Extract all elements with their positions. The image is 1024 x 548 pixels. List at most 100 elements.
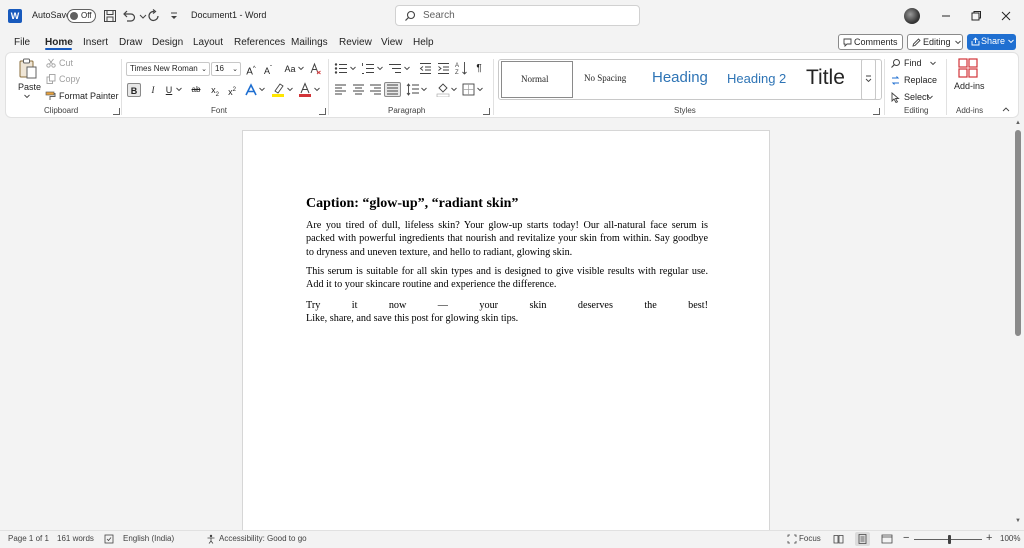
sort-icon[interactable]: A Z bbox=[455, 61, 468, 76]
font-launcher-icon[interactable] bbox=[319, 108, 326, 115]
word-count[interactable]: 161 words bbox=[57, 534, 94, 543]
tab-references[interactable]: References bbox=[234, 37, 285, 48]
multilevel-list-icon[interactable] bbox=[388, 62, 402, 75]
bullets-icon[interactable] bbox=[334, 62, 348, 75]
font-color-icon[interactable] bbox=[298, 82, 312, 97]
tab-layout[interactable]: Layout bbox=[193, 37, 223, 48]
save-icon[interactable] bbox=[102, 8, 118, 24]
document-paragraph-3[interactable]: Try it now — your skin deserves the best… bbox=[306, 299, 708, 312]
superscript-button[interactable]: x2 bbox=[225, 83, 239, 97]
decrease-indent-icon[interactable] bbox=[419, 62, 432, 75]
bold-button[interactable]: B bbox=[127, 83, 141, 97]
chevron-down-icon[interactable] bbox=[377, 66, 383, 71]
style-heading-2[interactable]: Heading 2 bbox=[721, 61, 799, 98]
borders-icon[interactable] bbox=[462, 83, 475, 96]
tab-view[interactable]: View bbox=[381, 37, 403, 48]
vertical-scrollbar[interactable]: ▲ ▼ bbox=[1012, 118, 1024, 530]
align-left-icon[interactable] bbox=[334, 84, 347, 95]
document-canvas[interactable]: Caption: “glow-up”, “radiant skin” Are y… bbox=[0, 118, 1012, 530]
change-case-button[interactable]: Aa bbox=[280, 62, 300, 76]
select-button[interactable]: Select bbox=[904, 92, 929, 102]
collapse-ribbon-icon[interactable] bbox=[1002, 106, 1010, 112]
style-no-spacing[interactable]: No Spacing bbox=[577, 61, 645, 98]
styles-more-button[interactable] bbox=[861, 59, 876, 100]
styles-launcher-icon[interactable] bbox=[873, 108, 880, 115]
show-marks-button[interactable]: ¶ bbox=[472, 62, 486, 76]
redo-icon[interactable] bbox=[146, 8, 162, 24]
customize-qat-icon[interactable] bbox=[166, 8, 182, 24]
scroll-up-icon[interactable]: ▲ bbox=[1015, 120, 1021, 126]
style-normal[interactable]: Normal bbox=[501, 61, 573, 98]
document-paragraph-3-line-2[interactable]: Like, share, and save this post for glow… bbox=[306, 313, 518, 324]
tab-mailings[interactable]: Mailings bbox=[291, 37, 328, 48]
replace-button[interactable]: Replace bbox=[904, 75, 937, 85]
minimize-icon[interactable] bbox=[939, 9, 953, 23]
accessibility-status[interactable]: Accessibility: Good to go bbox=[219, 534, 307, 543]
shading-icon[interactable] bbox=[436, 82, 450, 97]
proofing-icon[interactable] bbox=[104, 534, 114, 544]
find-button[interactable]: Find bbox=[904, 58, 922, 68]
subscript-button[interactable]: x2 bbox=[208, 83, 222, 98]
clear-formatting-icon[interactable] bbox=[309, 62, 322, 75]
editing-mode-button[interactable]: Editing bbox=[907, 34, 963, 50]
close-icon[interactable] bbox=[999, 9, 1013, 23]
chevron-down-icon[interactable] bbox=[421, 87, 427, 92]
autosave-toggle[interactable]: Off bbox=[67, 9, 96, 23]
numbering-icon[interactable] bbox=[361, 62, 375, 75]
zoom-in-button[interactable]: + bbox=[986, 532, 992, 544]
tab-file[interactable]: File bbox=[14, 37, 30, 48]
style-heading[interactable]: Heading bbox=[645, 61, 721, 98]
justify-button[interactable] bbox=[384, 82, 401, 97]
chevron-down-icon[interactable] bbox=[259, 87, 265, 92]
chevron-down-icon[interactable] bbox=[287, 87, 293, 92]
text-effects-icon[interactable] bbox=[244, 83, 258, 97]
clipboard-launcher-icon[interactable] bbox=[113, 108, 120, 115]
cut-button[interactable]: Cut bbox=[59, 58, 73, 68]
zoom-level[interactable]: 100% bbox=[1000, 534, 1020, 543]
font-size-combo[interactable]: 16 ⌄ bbox=[211, 62, 241, 76]
font-name-combo[interactable]: Times New Roman ⌄ bbox=[126, 62, 210, 76]
chevron-down-icon[interactable] bbox=[451, 87, 457, 92]
tab-help[interactable]: Help bbox=[413, 37, 434, 48]
chevron-down-icon[interactable] bbox=[298, 66, 304, 71]
scrollbar-thumb[interactable] bbox=[1015, 130, 1021, 336]
chevron-down-icon[interactable] bbox=[477, 87, 483, 92]
tab-home[interactable]: Home bbox=[45, 37, 73, 48]
web-layout-icon[interactable] bbox=[881, 534, 893, 544]
tab-design[interactable]: Design bbox=[152, 37, 183, 48]
tab-insert[interactable]: Insert bbox=[83, 37, 108, 48]
grow-font-button[interactable]: A^ bbox=[244, 62, 258, 77]
document-paragraph-1[interactable]: Are you tired of dull, lifeless skin? Yo… bbox=[306, 219, 708, 259]
share-button[interactable]: Share bbox=[967, 34, 1016, 50]
zoom-slider-thumb[interactable] bbox=[948, 535, 951, 544]
chevron-down-icon[interactable] bbox=[176, 87, 182, 92]
read-mode-icon[interactable] bbox=[833, 534, 844, 544]
restore-icon[interactable] bbox=[969, 9, 983, 23]
document-heading[interactable]: Caption: “glow-up”, “radiant skin” bbox=[306, 196, 518, 212]
tab-draw[interactable]: Draw bbox=[119, 37, 142, 48]
style-title[interactable]: Title bbox=[799, 61, 861, 98]
increase-indent-icon[interactable] bbox=[437, 62, 450, 75]
comments-button[interactable]: Comments bbox=[838, 34, 903, 50]
language[interactable]: English (India) bbox=[123, 534, 174, 543]
chevron-down-icon[interactable] bbox=[314, 87, 320, 92]
chevron-down-icon[interactable] bbox=[404, 66, 410, 71]
print-layout-button[interactable] bbox=[855, 532, 870, 546]
highlighter-icon[interactable] bbox=[271, 82, 285, 97]
underline-button[interactable]: U bbox=[162, 83, 176, 97]
document-paragraph-2[interactable]: This serum is suitable for all skin type… bbox=[306, 265, 708, 292]
page-count[interactable]: Page 1 of 1 bbox=[8, 534, 49, 543]
zoom-out-button[interactable]: − bbox=[903, 532, 909, 544]
chevron-down-icon[interactable] bbox=[350, 66, 356, 71]
align-center-icon[interactable] bbox=[352, 84, 365, 95]
search-box[interactable]: Search bbox=[395, 5, 640, 26]
shrink-font-button[interactable]: Aˇ bbox=[261, 62, 275, 76]
align-right-icon[interactable] bbox=[369, 84, 382, 95]
line-spacing-icon[interactable] bbox=[406, 83, 420, 96]
paragraph-launcher-icon[interactable] bbox=[483, 108, 490, 115]
scroll-down-icon[interactable]: ▼ bbox=[1015, 518, 1021, 524]
format-painter-button[interactable]: Format Painter bbox=[59, 91, 119, 101]
copy-button[interactable]: Copy bbox=[59, 74, 80, 84]
user-avatar[interactable] bbox=[904, 8, 920, 24]
chevron-down-icon[interactable] bbox=[930, 61, 936, 66]
